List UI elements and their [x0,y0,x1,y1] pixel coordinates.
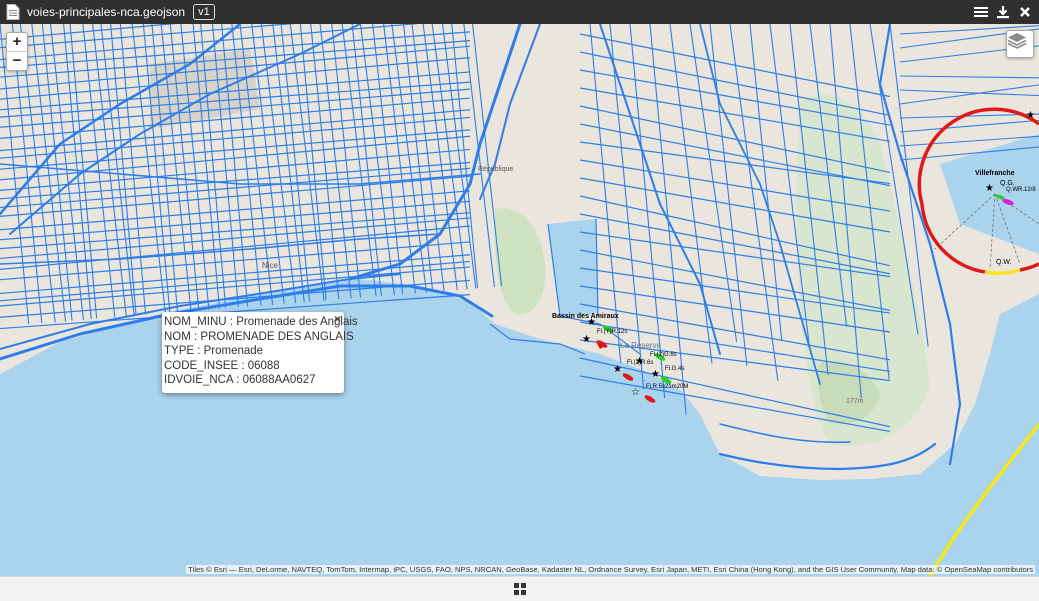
svg-text:★: ★ [985,183,994,194]
grid-icon[interactable] [513,583,526,595]
label-flr5: Fl.R.5s21m20M [646,384,689,390]
svg-text:★: ★ [651,369,660,380]
label-villefranche: Villefranche [975,170,1015,177]
layers-button[interactable] [1006,30,1034,58]
popup-row-nom-minu: NOM_MINU : Promenade des Anglais [164,316,358,328]
label-fl2: Fl.(2)G.6s [650,352,677,358]
label-republique: République [478,166,514,173]
label-qw: Q.W. [996,259,1012,266]
map-attribution: Tiles © Esri — Esri, DeLorme, NAVTEQ, To… [186,565,1035,574]
popup-row-code-insee: CODE_INSEE : 06088 [164,359,280,372]
popup-row-idvoie: IDVOIE_NCA : 06088AA0627 [164,374,316,387]
title-actions [969,0,1035,24]
label-fl2r: Fl.(2)R.6s [627,360,654,366]
bottom-bar [0,576,1039,601]
label-fly: Fl.(Y)R.12s [597,329,628,335]
label-qg: Q.G. [1000,180,1015,187]
close-icon[interactable] [1015,2,1035,22]
label-flg: Fl.G.4s [665,366,685,372]
zoom-control: + − [6,32,28,71]
label-nice: Nice [262,261,279,270]
popup-row-type: TYPE : Promenade [164,345,264,358]
file-title: voies-principales-nca.geojson [27,5,186,19]
zoom-in-button[interactable]: + [7,33,27,51]
map-canvas[interactable]: ★ ★ ★ ★ ★ ☆ ★ ★ Bassin des Amiraux Ville… [0,24,1039,576]
feature-popup: × NOM_MINU : Promenade des Anglais NOM :… [162,312,358,393]
svg-text:★: ★ [613,364,622,375]
label-altitude: 177m [846,398,864,405]
svg-text:★: ★ [1026,110,1035,121]
map-layer: ★ ★ ★ ★ ★ ☆ ★ ★ [0,24,1039,576]
label-qwr: Q.WR.12/8 [1006,187,1036,193]
popup-row-nom: NOM : PROMENADE DES ANGLAIS [164,330,354,343]
label-reserve: La Réserve [620,341,661,350]
file-icon [6,4,20,20]
titlebar: voies-principales-nca.geojson v1 [0,0,1039,24]
download-icon[interactable] [993,2,1013,22]
version-badge[interactable]: v1 [193,4,215,20]
popup-close-button[interactable]: × [334,312,341,327]
hamburger-icon[interactable] [971,2,991,22]
layers-icon [1007,33,1027,49]
label-bassin: Bassin des Amiraux [552,313,619,320]
svg-text:☆: ☆ [631,387,640,398]
svg-text:★: ★ [582,334,591,345]
zoom-out-button[interactable]: − [7,51,27,70]
